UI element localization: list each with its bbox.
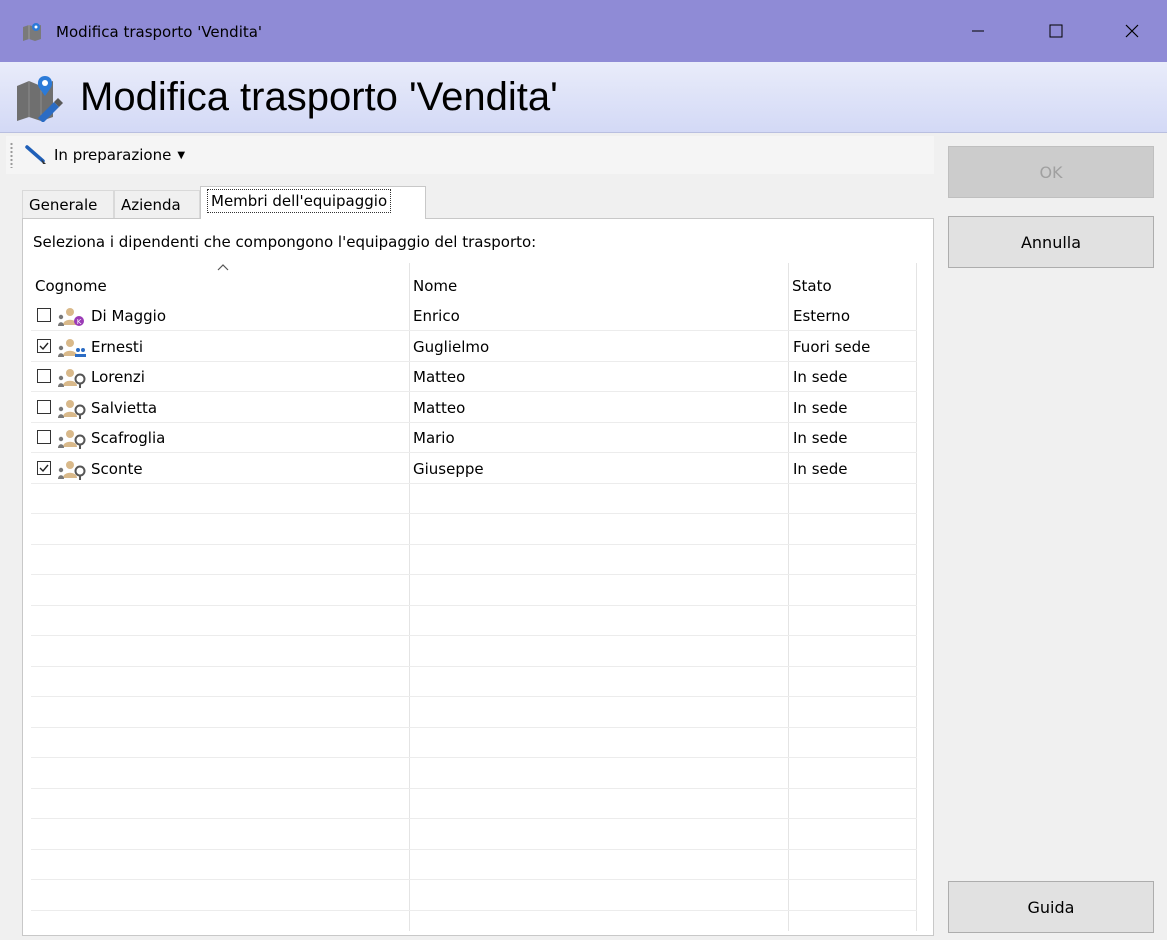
empty-row [31, 515, 917, 545]
minimize-icon [972, 30, 984, 32]
cell-nome: Mario [413, 429, 455, 447]
close-icon [1125, 24, 1139, 38]
tab-azienda[interactable]: Azienda [114, 190, 200, 218]
table-row[interactable]: Salvietta Matteo In sede [31, 393, 917, 423]
title-bar: Modifica trasporto 'Vendita' [0, 0, 1167, 62]
tab-generale[interactable]: Generale [22, 190, 114, 218]
empty-row [31, 820, 917, 850]
table-row[interactable]: Scafroglia Mario In sede [31, 423, 917, 453]
pencil-icon [25, 145, 46, 164]
table-row[interactable]: Ernesti Guglielmo Fuori sede [31, 332, 917, 362]
row-checkbox[interactable] [37, 369, 51, 383]
tab-label: Azienda [121, 196, 181, 214]
table-row[interactable]: K Di Maggio Enrico Esterno [31, 301, 917, 331]
cell-nome: Enrico [413, 307, 460, 325]
tab-label: Generale [29, 196, 98, 214]
person-onsite-icon [58, 430, 86, 449]
column-header-nome[interactable]: Nome [409, 263, 788, 301]
cell-stato: In sede [793, 429, 848, 447]
instruction-text: Seleziona i dipendenti che compongono l'… [33, 233, 537, 251]
transport-map-icon [23, 23, 41, 41]
cell-cognome: Lorenzi [91, 368, 145, 386]
cell-cognome: Ernesti [91, 337, 143, 356]
empty-row [31, 637, 917, 667]
ok-button[interactable]: OK [948, 146, 1154, 198]
svg-text:K: K [77, 318, 82, 326]
dialog-window: Modifica trasporto 'Vendita' Modifica tr… [0, 0, 1167, 940]
window-title: Modifica trasporto 'Vendita' [56, 23, 263, 41]
tab-membri-equipaggio[interactable]: Membri dell'equipaggio [200, 186, 426, 219]
empty-row [31, 698, 917, 728]
crew-grid: Cognome Nome Stato K Di Maggio Enrico Ester… [31, 263, 917, 931]
cell-stato: Fuori sede [793, 337, 871, 356]
grid-header: Cognome Nome Stato [31, 263, 917, 301]
cell-stato: In sede [793, 368, 848, 386]
cell-nome: Guglielmo [413, 337, 490, 356]
checkmark-icon [39, 342, 49, 350]
close-button[interactable] [1104, 0, 1160, 62]
page-title: Modifica trasporto 'Vendita' [80, 75, 558, 119]
empty-row [31, 728, 917, 758]
cell-cognome: Scafroglia [91, 429, 166, 447]
tab-label: Membri dell'equipaggio [207, 189, 392, 213]
cell-stato: Esterno [793, 307, 850, 325]
row-checkbox[interactable] [37, 430, 51, 444]
cell-cognome: Sconte [91, 459, 143, 478]
status-label: In preparazione [54, 146, 172, 164]
cell-stato: In sede [793, 459, 848, 478]
empty-row [31, 576, 917, 606]
table-row[interactable]: Sconte Giuseppe In sede [31, 454, 917, 484]
help-label: Guida [1027, 897, 1075, 917]
ok-label: OK [1039, 162, 1063, 182]
cell-nome: Matteo [413, 368, 466, 386]
header-banner: Modifica trasporto 'Vendita' [0, 62, 1167, 133]
person-onsite-icon [58, 460, 86, 480]
person-offsite-icon [58, 338, 86, 357]
row-checkbox[interactable] [37, 308, 51, 322]
cancel-label: Annulla [1020, 232, 1082, 252]
cell-stato: In sede [793, 398, 848, 417]
person-onsite-icon [58, 399, 86, 419]
column-header-stato[interactable]: Stato [788, 263, 916, 301]
maximize-icon [1049, 24, 1063, 38]
empty-row [31, 484, 917, 514]
column-header-label: Cognome [35, 277, 107, 295]
table-row[interactable]: Lorenzi Matteo In sede [31, 362, 917, 392]
column-header-cognome[interactable]: Cognome [31, 263, 409, 301]
empty-row [31, 789, 917, 819]
chevron-down-icon: ▼ [177, 149, 186, 161]
status-dropdown[interactable]: In preparazione ▼ [24, 140, 185, 170]
maximize-button[interactable] [1028, 0, 1084, 62]
person-external-icon: K [58, 308, 84, 326]
column-header-label: Stato [792, 277, 832, 295]
status-toolbar: In preparazione ▼ [6, 136, 934, 174]
empty-row [31, 606, 917, 636]
cell-nome: Giuseppe [413, 459, 484, 478]
sort-ascending-icon [217, 264, 229, 271]
cell-cognome: Salvietta [91, 398, 158, 417]
column-header-label: Nome [413, 277, 458, 295]
row-checkbox[interactable] [37, 338, 51, 353]
cancel-button[interactable]: Annulla [948, 216, 1154, 268]
empty-row [31, 850, 917, 880]
transport-edit-icon [17, 76, 63, 122]
cell-nome: Matteo [413, 398, 466, 417]
help-button[interactable]: Guida [948, 881, 1154, 933]
empty-row [31, 881, 917, 911]
row-checkbox[interactable] [37, 460, 51, 475]
cell-cognome: Di Maggio [91, 307, 167, 325]
empty-row [31, 759, 917, 789]
person-onsite-icon [58, 369, 86, 388]
row-checkbox[interactable] [37, 399, 51, 414]
toolbar-grip[interactable] [10, 142, 13, 168]
empty-row [31, 545, 917, 575]
empty-row [31, 667, 917, 697]
checkmark-icon [39, 464, 49, 472]
minimize-button[interactable] [950, 0, 1006, 62]
tab-page-crew: Seleziona i dipendenti che compongono l'… [22, 218, 934, 936]
